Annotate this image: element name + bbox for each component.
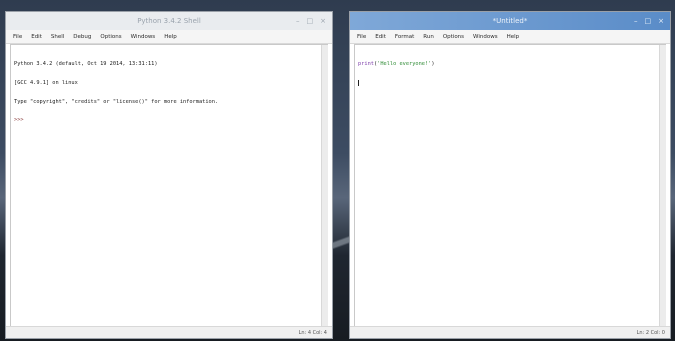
menu-run[interactable]: Run	[423, 34, 434, 40]
menu-windows[interactable]: Windows	[131, 34, 156, 40]
editor-statusbar: Ln: 2 Col: 0	[350, 326, 670, 338]
close-button[interactable]: ×	[658, 17, 664, 25]
editor-menubar: File Edit Format Run Options Windows Hel…	[350, 30, 670, 44]
code-builtin: print	[358, 61, 374, 68]
code-string: 'Hello everyone!'	[377, 61, 432, 68]
editor-scrollbar[interactable]	[659, 45, 666, 326]
menu-windows[interactable]: Windows	[473, 34, 498, 40]
editor-title: *Untitled*	[492, 17, 528, 25]
maximize-button[interactable]: □	[645, 17, 652, 25]
menu-file[interactable]: File	[357, 34, 366, 40]
shell-statusbar: Ln: 4 Col: 4	[6, 326, 332, 338]
menu-format[interactable]: Format	[395, 34, 414, 40]
shell-title: Python 3.4.2 Shell	[137, 17, 201, 25]
menu-debug[interactable]: Debug	[73, 34, 91, 40]
menu-options[interactable]: Options	[100, 34, 121, 40]
desktop-background: Python 3.4.2 Shell – □ × File Edit Shell…	[0, 0, 675, 341]
editor-titlebar[interactable]: *Untitled* – □ ×	[350, 12, 670, 30]
menu-file[interactable]: File	[13, 34, 22, 40]
shell-menubar: File Edit Shell Debug Options Windows He…	[6, 30, 332, 44]
shell-scrollbar[interactable]	[321, 45, 328, 326]
shell-titlebar[interactable]: Python 3.4.2 Shell – □ ×	[6, 12, 332, 30]
minimize-button[interactable]: –	[634, 17, 638, 25]
code-line-cursor	[358, 80, 662, 87]
minimize-button[interactable]: –	[296, 17, 300, 25]
code-line: print('Hello everyone!')	[358, 61, 662, 67]
shell-window-controls: – □ ×	[296, 12, 326, 30]
maximize-button[interactable]: □	[307, 17, 314, 25]
shell-banner-line: [GCC 4.9.1] on linux	[14, 80, 78, 87]
menu-help[interactable]: Help	[507, 34, 520, 40]
code-paren-close: )	[431, 61, 435, 68]
menu-edit[interactable]: Edit	[31, 34, 42, 40]
shell-banner-line: Type "copyright", "credits" or "license(…	[14, 98, 219, 105]
shell-cursor-position: Ln: 4 Col: 4	[298, 329, 327, 336]
menu-shell[interactable]: Shell	[51, 34, 64, 40]
editor-window-controls: – □ ×	[634, 12, 664, 30]
editor-cursor-position: Ln: 2 Col: 0	[636, 329, 665, 336]
editor-window[interactable]: *Untitled* – □ × File Edit Format Run Op…	[350, 12, 670, 338]
menu-help[interactable]: Help	[164, 34, 177, 40]
shell-window[interactable]: Python 3.4.2 Shell – □ × File Edit Shell…	[6, 12, 332, 338]
editor-text-area[interactable]: print('Hello everyone!')	[354, 44, 666, 327]
shell-prompt: >>>	[14, 117, 24, 124]
shell-banner-line: Python 3.4.2 (default, Oct 19 2014, 13:3…	[14, 61, 158, 68]
close-button[interactable]: ×	[320, 17, 326, 25]
menu-options[interactable]: Options	[443, 34, 464, 40]
menu-edit[interactable]: Edit	[375, 34, 386, 40]
text-cursor	[358, 80, 359, 87]
shell-text-area[interactable]: Python 3.4.2 (default, Oct 19 2014, 13:3…	[10, 44, 328, 327]
